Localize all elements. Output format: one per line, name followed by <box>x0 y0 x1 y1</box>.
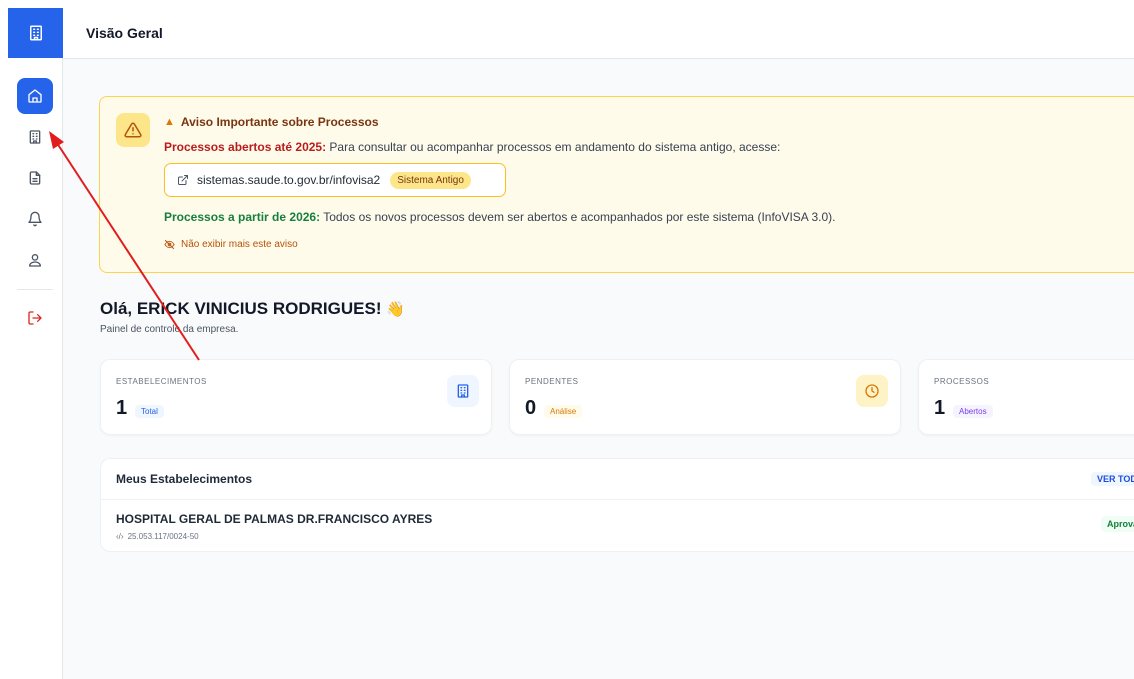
stat-icon-box <box>856 375 888 407</box>
app-logo[interactable] <box>8 8 63 58</box>
notice-old-processes: Processos abertos até 2025: Para consult… <box>164 140 781 154</box>
stat-card-pending[interactable]: PENDENTES 0 Análise <box>509 359 901 435</box>
old-system-link[interactable]: sistemas.saude.to.gov.br/infovisa2 Siste… <box>164 163 506 197</box>
stat-card-establishments[interactable]: ESTABELECIMENTOS 1 Total <box>100 359 492 435</box>
sidebar-item-establishments[interactable] <box>17 119 53 155</box>
external-link-icon <box>178 175 188 185</box>
sidebar-item-logout[interactable] <box>17 300 53 336</box>
greeting-title: Olá, ERICK VINICIUS RODRIGUES! 👋 <box>100 299 405 318</box>
sidebar-item-documents[interactable] <box>17 160 53 196</box>
notice-title: ▲ Aviso Importante sobre Processos <box>164 115 379 129</box>
list-header: Meus Estabelecimentos VER TODOS <box>101 459 1134 500</box>
stat-label: PENDENTES <box>525 377 579 386</box>
sidebar-item-home[interactable] <box>17 78 53 114</box>
sidebar-item-profile[interactable] <box>17 242 53 278</box>
sidebar-nav <box>8 58 62 341</box>
stat-value: 1 <box>116 397 128 419</box>
warning-emoji-icon: ▲ <box>164 116 175 128</box>
eye-off-icon <box>164 239 175 250</box>
stat-tag: Abertos <box>953 405 993 418</box>
sidebar-item-notifications[interactable] <box>17 201 53 237</box>
stat-tag: Análise <box>544 405 583 418</box>
main-content: ▲ Aviso Importante sobre Processos Proce… <box>63 59 1134 679</box>
status-badge: Aprovado <box>1101 516 1134 532</box>
stat-value: 1 <box>934 397 946 419</box>
warning-icon <box>124 122 142 138</box>
wave-emoji: 👋 <box>386 301 405 318</box>
user-icon <box>29 253 41 267</box>
code-icon: ‹/› <box>116 532 124 541</box>
home-icon <box>28 89 42 103</box>
stat-tag: Total <box>135 405 164 418</box>
dismiss-notice-button[interactable]: Não exibir mais este aviso <box>164 239 298 250</box>
list-title: Meus Estabelecimentos <box>116 472 253 486</box>
building-icon <box>29 130 41 144</box>
stat-label: PROCESSOS <box>934 377 990 386</box>
important-notice: ▲ Aviso Importante sobre Processos Proce… <box>99 96 1134 273</box>
greeting-subtitle: Painel de controle da empresa. <box>100 324 239 335</box>
clock-icon <box>865 384 879 398</box>
notice-new-processes: Processos a partir de 2026: Todos os nov… <box>164 210 836 224</box>
bell-icon <box>28 211 42 227</box>
stat-card-processes[interactable]: PROCESSOS 1 Abertos <box>918 359 1134 435</box>
building-icon <box>457 384 469 398</box>
stat-value: 0 <box>525 397 537 419</box>
page-title: Visão Geral <box>86 25 163 41</box>
stat-label: ESTABELECIMENTOS <box>116 377 207 386</box>
establishment-row[interactable]: HOSPITAL GERAL DE PALMAS DR.FRANCISCO AY… <box>101 500 1134 552</box>
sidebar <box>8 8 63 679</box>
establishment-name: HOSPITAL GERAL DE PALMAS DR.FRANCISCO AY… <box>116 512 433 526</box>
stat-icon-box <box>447 375 479 407</box>
old-system-url: sistemas.saude.to.gov.br/infovisa2 <box>197 173 381 187</box>
sidebar-divider <box>17 289 53 290</box>
view-all-button[interactable]: VER TODOS <box>1091 472 1134 486</box>
warning-icon-box <box>116 113 150 147</box>
top-bar: Visão Geral <box>63 8 1134 59</box>
logout-icon <box>28 311 42 325</box>
establishment-cnpj: ‹/› 25.053.117/0024-50 <box>116 532 199 541</box>
my-establishments-card: Meus Estabelecimentos VER TODOS HOSPITAL… <box>100 458 1134 552</box>
building-icon <box>29 25 42 41</box>
old-system-badge: Sistema Antigo <box>390 171 471 189</box>
document-icon <box>29 171 41 185</box>
